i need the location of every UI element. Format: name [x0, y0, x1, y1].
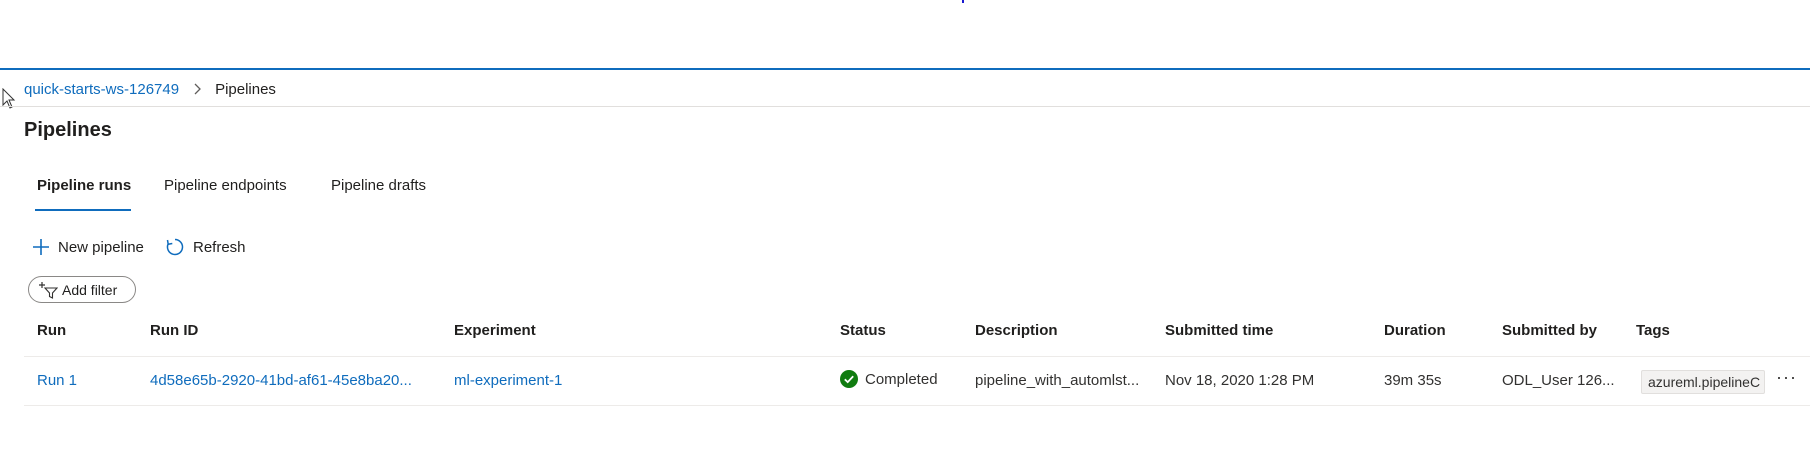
submitted-by-cell: ODL_User 126...	[1502, 372, 1615, 389]
refresh-label: Refresh	[193, 238, 246, 256]
active-tab-indicator	[35, 209, 131, 211]
run-link[interactable]: Run 1	[37, 372, 77, 389]
duration-cell: 39m 35s	[1384, 372, 1442, 389]
status-cell: Completed	[840, 370, 938, 388]
tab-pipeline-runs[interactable]: Pipeline runs	[37, 177, 131, 194]
breadcrumb-divider	[0, 106, 1810, 107]
column-header-submitted-by[interactable]: Submitted by	[1502, 322, 1597, 339]
new-pipeline-button[interactable]: New pipeline	[32, 236, 144, 258]
check-circle-icon	[840, 370, 858, 388]
new-pipeline-label: New pipeline	[58, 238, 144, 256]
top-marker	[962, 0, 964, 3]
filter-icon	[39, 281, 58, 299]
column-header-duration[interactable]: Duration	[1384, 322, 1446, 339]
tab-pipeline-drafts[interactable]: Pipeline drafts	[331, 177, 426, 194]
column-header-run-id[interactable]: Run ID	[150, 322, 198, 339]
tag-chip[interactable]: azureml.pipelineC	[1641, 370, 1765, 394]
column-header-run[interactable]: Run	[37, 322, 66, 339]
breadcrumb-current: Pipelines	[215, 80, 276, 98]
breadcrumb: quick-starts-ws-126749 Pipelines	[24, 79, 276, 99]
plus-icon	[33, 239, 49, 255]
tab-pipeline-endpoints[interactable]: Pipeline endpoints	[164, 177, 287, 194]
run-id-link[interactable]: 4d58e65b-2920-41bd-af61-45e8ba20...	[150, 372, 436, 389]
column-header-experiment[interactable]: Experiment	[454, 322, 536, 339]
more-icon[interactable]: ···	[1776, 368, 1800, 390]
header-accent-line	[0, 68, 1810, 70]
refresh-icon	[166, 238, 184, 256]
submitted-time-cell: Nov 18, 2020 1:28 PM	[1165, 372, 1315, 389]
column-header-description[interactable]: Description	[975, 322, 1058, 339]
chevron-right-icon	[193, 83, 201, 95]
status-text: Completed	[865, 370, 938, 388]
page-title: Pipelines	[24, 119, 112, 141]
column-header-submitted-time[interactable]: Submitted time	[1165, 322, 1273, 339]
column-header-tags[interactable]: Tags	[1636, 322, 1670, 339]
breadcrumb-workspace-link[interactable]: quick-starts-ws-126749	[24, 81, 179, 98]
description-cell: pipeline_with_automlst...	[975, 372, 1140, 389]
add-filter-button[interactable]: Add filter	[28, 276, 136, 303]
column-header-status[interactable]: Status	[840, 322, 886, 339]
refresh-button[interactable]: Refresh	[165, 236, 246, 258]
add-filter-label: Add filter	[62, 281, 118, 298]
experiment-link[interactable]: ml-experiment-1	[454, 372, 562, 389]
